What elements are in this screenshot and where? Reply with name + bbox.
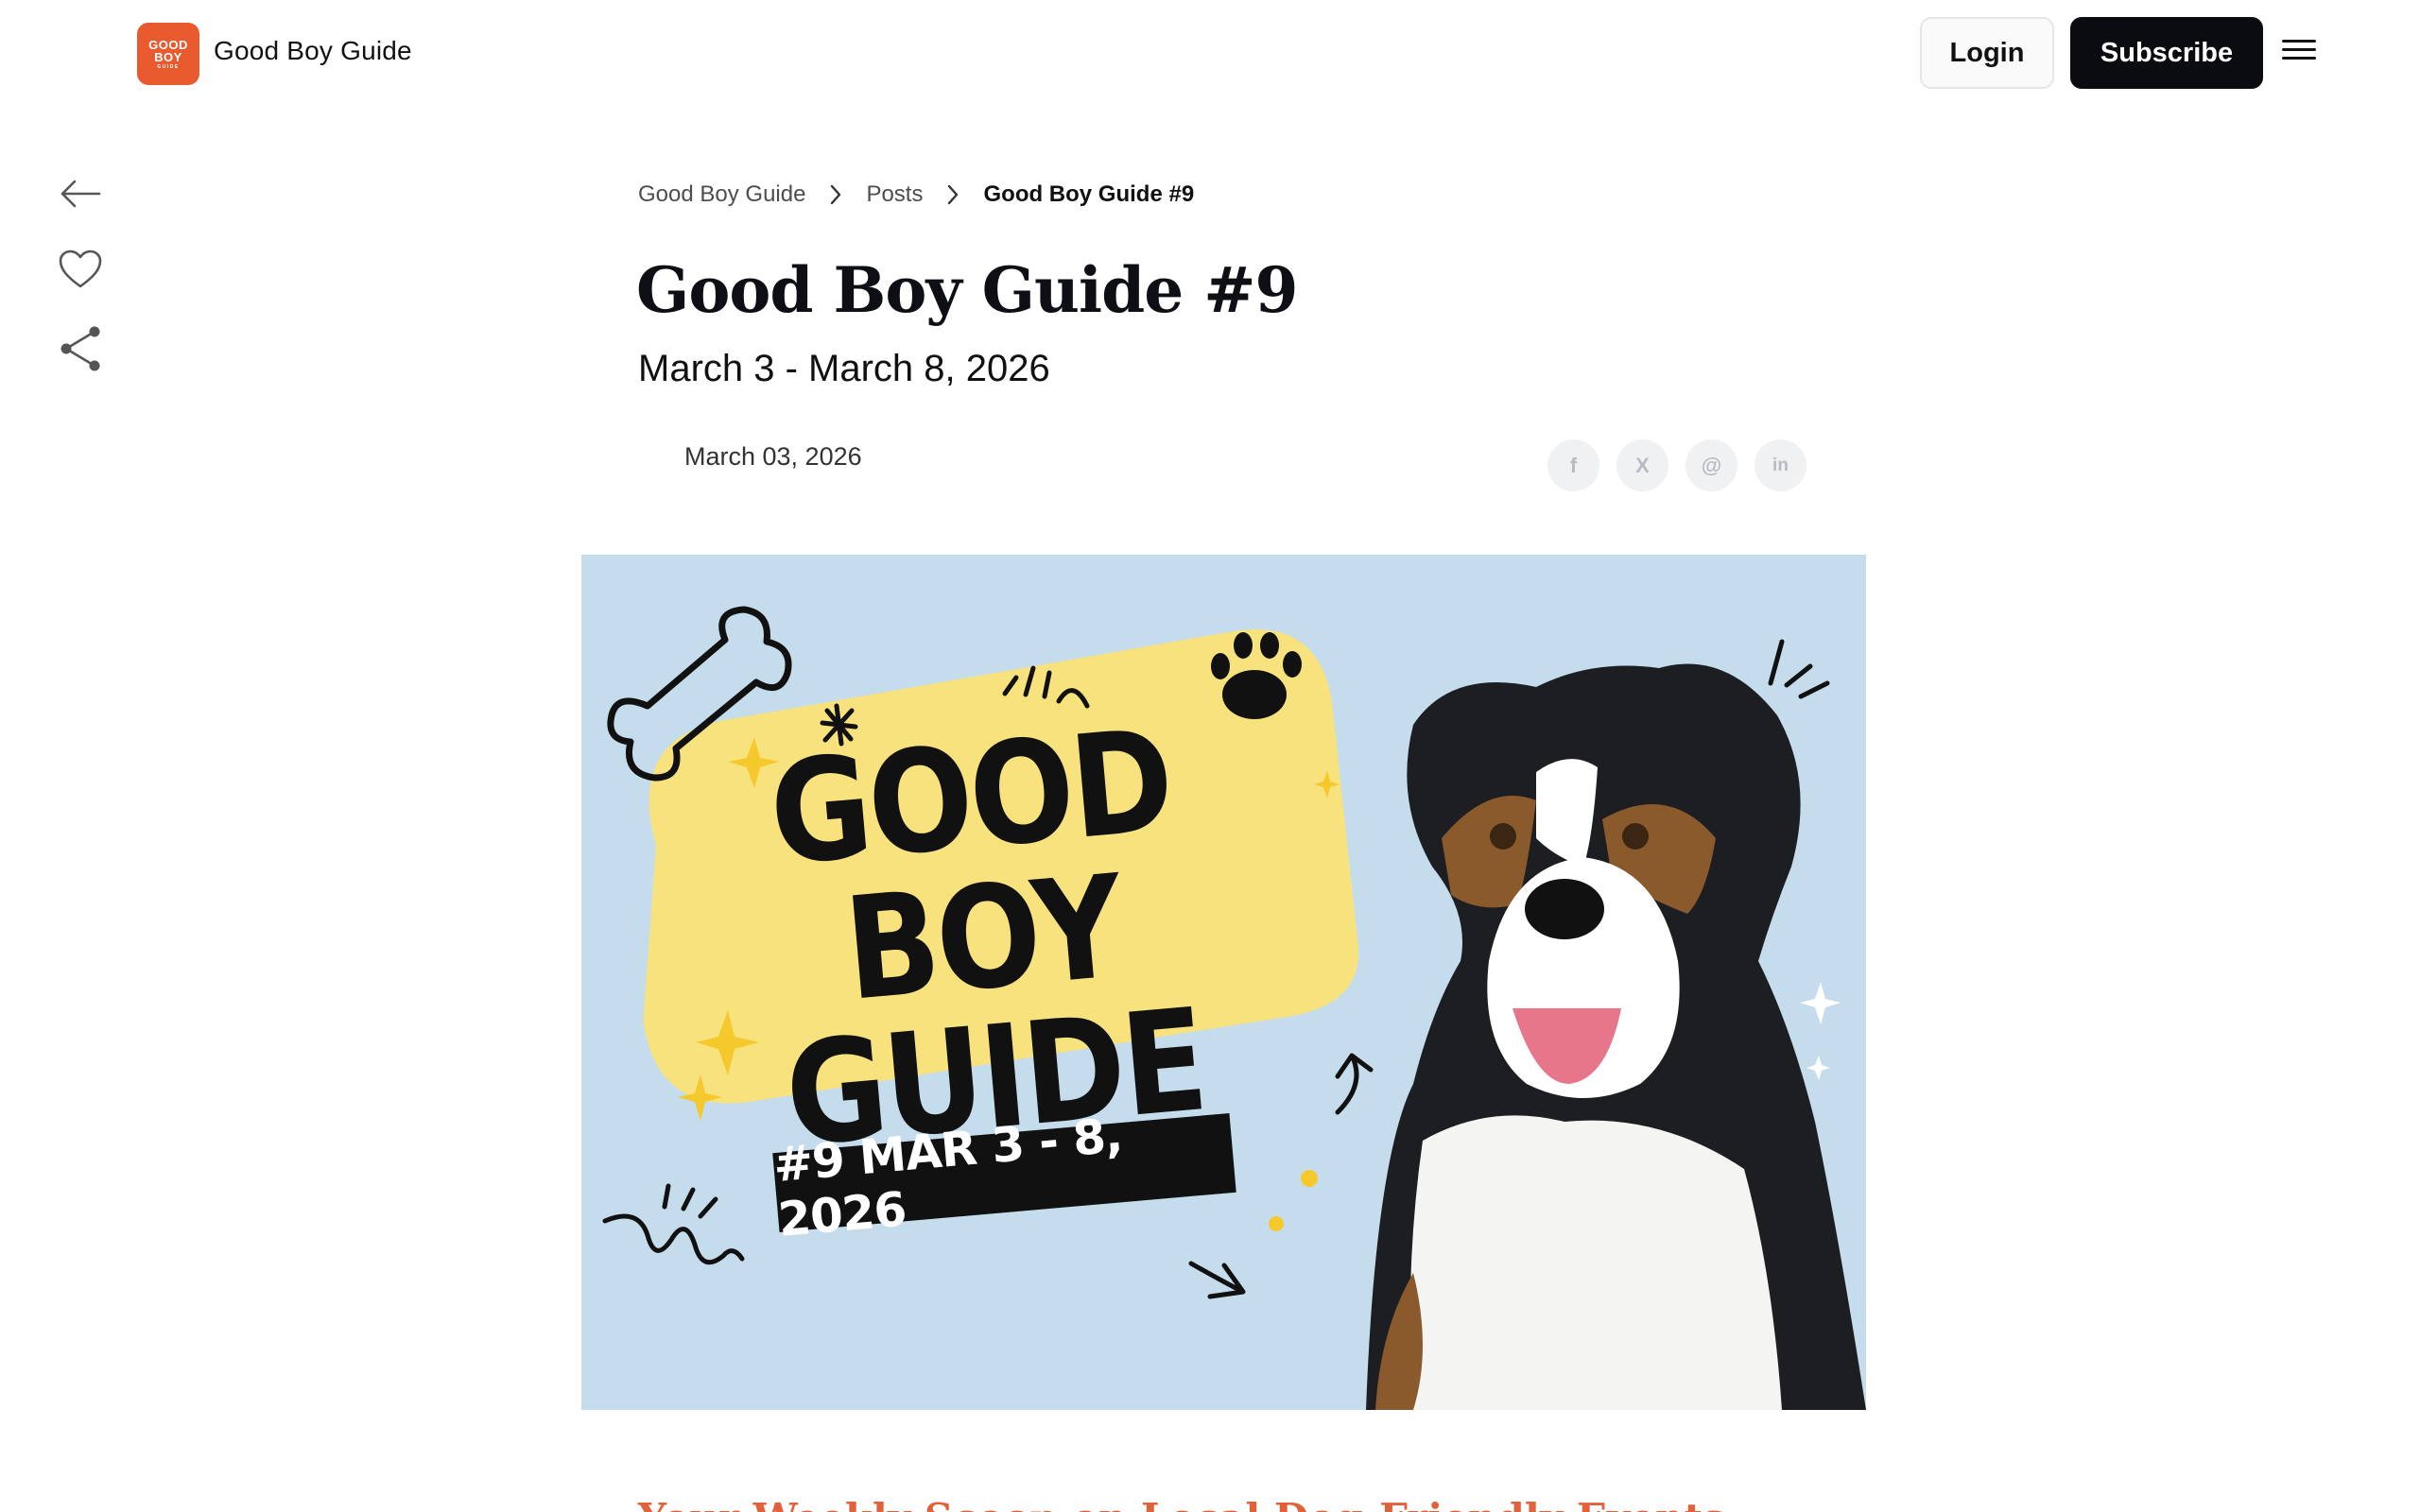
site-header: GOOD BOY GUIDE Good Boy Guide Login Subs… — [0, 0, 2420, 109]
hamburger-menu-icon[interactable] — [2278, 34, 2320, 72]
post-date: March 03, 2026 — [684, 442, 862, 471]
threads-icon[interactable]: @ — [1685, 439, 1737, 491]
heart-icon[interactable] — [55, 244, 106, 295]
site-name[interactable]: Good Boy Guide — [214, 36, 412, 66]
breadcrumb: Good Boy Guide Posts Good Boy Guide #9 — [638, 181, 1194, 208]
page-subtitle: March 3 - March 8, 2026 — [638, 348, 1050, 389]
arrow-left-icon[interactable] — [55, 168, 106, 219]
breadcrumb-current: Good Boy Guide #9 — [983, 181, 1195, 207]
chevron-right-icon — [947, 184, 959, 205]
section-heading: Your Weekly Scoop on Local Dog-Friendly … — [638, 1495, 1725, 1512]
hero-image: GOOD BOY GUIDE #9 MAR 3 - 8, 2026 — [581, 555, 1866, 1410]
page-title: Good Boy Guide #9 — [636, 253, 1298, 327]
login-button[interactable]: Login — [1920, 17, 2054, 89]
linkedin-icon[interactable]: in — [1754, 439, 1806, 491]
x-icon[interactable]: X — [1616, 439, 1668, 491]
breadcrumb-posts[interactable]: Posts — [866, 181, 923, 208]
breadcrumb-home[interactable]: Good Boy Guide — [638, 181, 805, 208]
share-icon[interactable] — [55, 323, 106, 374]
dog-illustration — [1366, 663, 1866, 1410]
subscribe-button[interactable]: Subscribe — [2070, 17, 2263, 89]
share-buttons: f X @ in — [1547, 439, 1806, 491]
chevron-right-icon — [830, 184, 841, 205]
hero-headline: GOOD BOY GUIDE — [763, 697, 1211, 1178]
facebook-icon[interactable]: f — [1547, 439, 1599, 491]
site-logo[interactable]: GOOD BOY GUIDE — [137, 23, 199, 85]
